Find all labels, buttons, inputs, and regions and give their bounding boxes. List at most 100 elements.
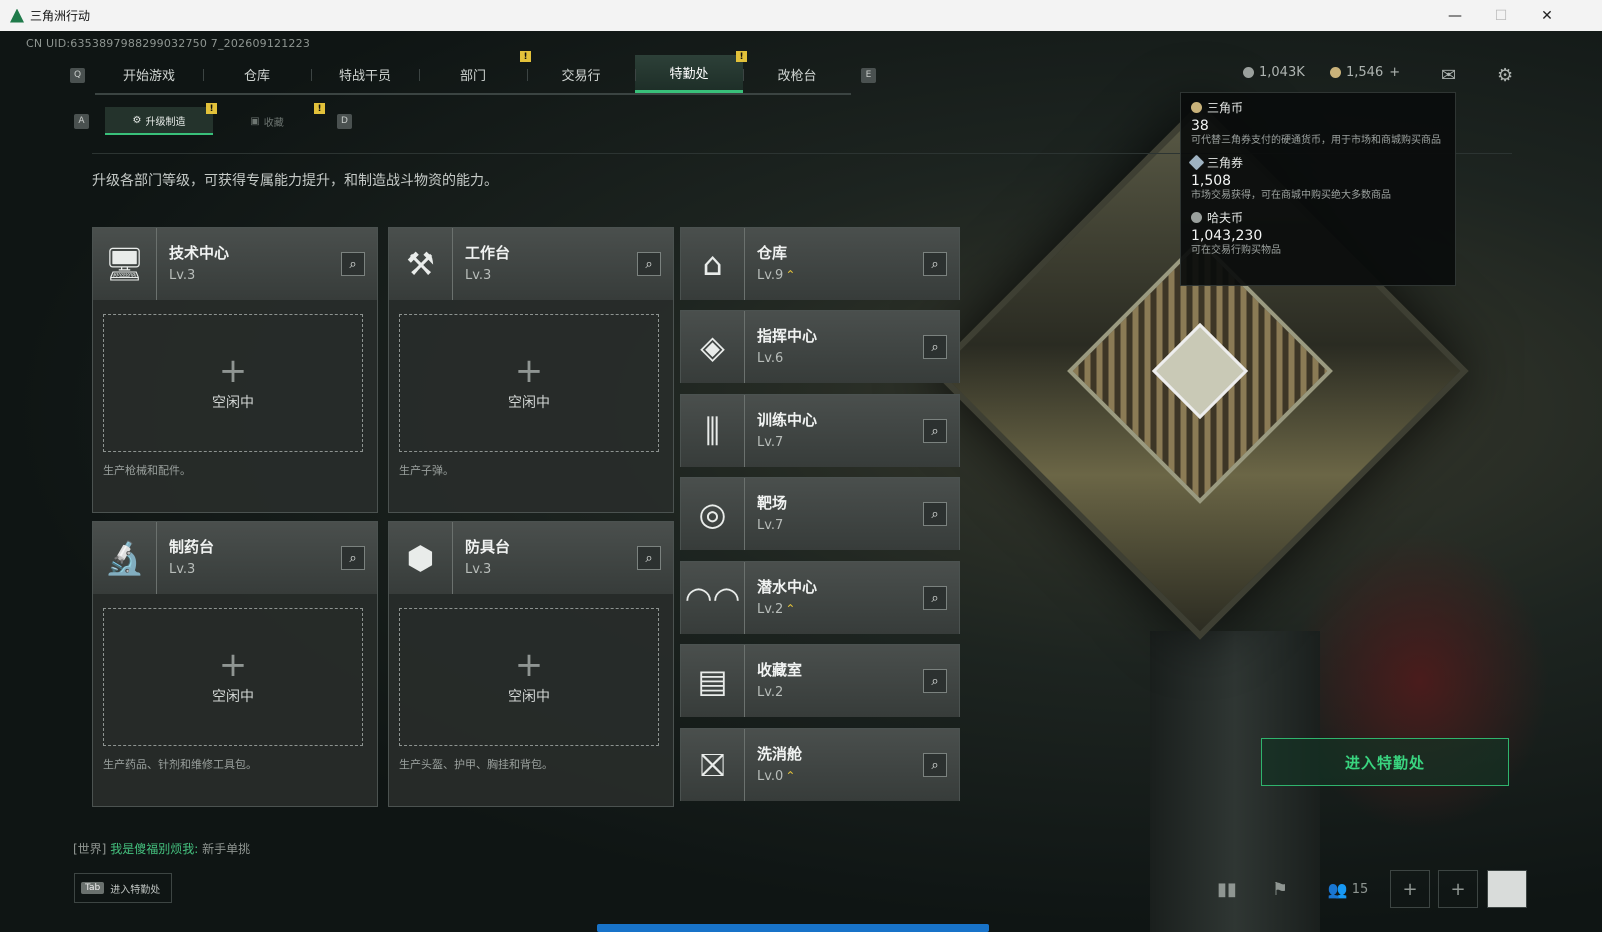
command-icon: ◈ — [681, 311, 745, 383]
subtab-collection[interactable]: ▣ 收藏 ! — [213, 103, 325, 135]
tab-warehouse[interactable]: 仓库 — [203, 55, 311, 93]
friends-count: 15 — [1351, 881, 1369, 897]
card-level: Lv.3 — [465, 268, 492, 283]
tab-special-ops[interactable]: 特勤处! — [635, 51, 747, 93]
stats-icon[interactable]: ▮▮ — [1207, 870, 1247, 908]
magnify-icon[interactable]: ⌕ — [923, 669, 947, 693]
craft-slot[interactable]: + 空闲中 — [103, 608, 363, 746]
subtab-collection-label: 收藏 — [263, 117, 284, 129]
uid-label: CN UID:6353897988299032750 7_20260912122… — [26, 37, 311, 50]
tools-icon: ⚒ — [389, 228, 453, 300]
card-level: Lv.2 ⌃ — [757, 602, 795, 617]
nav-left-key[interactable]: Q — [70, 67, 85, 83]
minimize-button[interactable]: — — [1432, 0, 1478, 31]
card-level: Lv.2 — [757, 685, 784, 700]
window-title: 三角洲行动 — [30, 9, 91, 23]
page-description: 升级各部门等级，可获得专属能力提升，和制造战斗物资的能力。 — [92, 173, 498, 189]
chat-message: 新手单挑 — [202, 842, 251, 856]
warehouse-icon: ⌂ — [681, 228, 745, 300]
card-header[interactable]: ⚒ 工作台 Lv.3 ⌕ — [389, 228, 673, 300]
dept-card-decon-chamber[interactable]: ⛝ 洗消舱 Lv.0 ⌃ ⌕ — [680, 728, 960, 801]
tab-trading[interactable]: 交易行 — [527, 55, 635, 93]
nav-right-key[interactable]: E — [861, 67, 876, 83]
main-tabs: 开始游戏 仓库 特战干员 部门! 交易行 特勤处! 改枪台 — [95, 51, 851, 95]
app-logo-icon — [10, 8, 24, 23]
taskbar-scrollbar[interactable] — [597, 924, 989, 932]
magnify-icon[interactable]: ⌕ — [923, 335, 947, 359]
upgrade-arrow-icon: ⌃ — [785, 602, 796, 616]
magnify-icon[interactable]: ⌕ — [637, 546, 661, 570]
card-footer: 生产枪械和配件。 — [103, 464, 191, 477]
production-card-pharmacy: 🔬 制药台 Lv.3 ⌕ + 空闲中 生产药品、针剂和维修工具包。 — [92, 521, 378, 807]
maximize-button[interactable]: ☐ — [1478, 0, 1524, 31]
magnify-icon[interactable]: ⌕ — [637, 252, 661, 276]
card-level: Lv.9 ⌃ — [757, 268, 795, 283]
tab-hint-label: 进入特勤处 — [110, 884, 161, 896]
production-card-workbench: ⚒ 工作台 Lv.3 ⌕ + 空闲中 生产子弹。 — [388, 227, 674, 513]
tab-gunsmith[interactable]: 改枪台 — [743, 55, 851, 93]
card-name: 洗消舱 — [757, 745, 803, 763]
craft-slot[interactable]: + 空闲中 — [399, 608, 659, 746]
dept-card-command-center[interactable]: ◈ 指挥中心 Lv.6 ⌕ — [680, 310, 960, 383]
tab-start-game[interactable]: 开始游戏 — [95, 55, 203, 93]
subnav-right-key[interactable]: D — [337, 113, 352, 129]
magnify-icon[interactable]: ⌕ — [923, 252, 947, 276]
card-name: 仓库 — [757, 244, 788, 262]
coupon-display[interactable]: 1,546 + — [1330, 65, 1400, 80]
magnify-icon[interactable]: ⌕ — [923, 586, 947, 610]
flag-icon[interactable]: ⚑ — [1260, 870, 1300, 908]
mail-icon[interactable]: ✉ — [1441, 65, 1456, 86]
main-nav: Q 开始游戏 仓库 特战干员 部门! 交易行 特勤处! 改枪台 E — [70, 51, 876, 95]
magnify-icon[interactable]: ⌕ — [923, 419, 947, 443]
card-level: Lv.3 — [169, 562, 196, 577]
haf-coin-display[interactable]: 1,043K — [1243, 65, 1305, 80]
friends-button[interactable]: 👥 15 — [1318, 870, 1378, 908]
add-slot-button[interactable]: + — [1390, 870, 1430, 908]
dept-card-dive-center[interactable]: ◠◠ 潜水中心 Lv.2 ⌃ ⌕ — [680, 561, 960, 634]
dept-card-warehouse[interactable]: ⌂ 仓库 Lv.9 ⌃ ⌕ — [680, 227, 960, 300]
tab-operators[interactable]: 特战干员 — [311, 55, 419, 93]
tooltip-name: 哈夫币 — [1207, 211, 1244, 225]
tooltip-name: 三角券 — [1207, 156, 1244, 170]
card-header[interactable]: 🔬 制药台 Lv.3 ⌕ — [93, 522, 377, 594]
add-currency-button[interactable]: + — [1389, 65, 1400, 80]
haf-coin-icon — [1243, 67, 1254, 78]
plus-icon: + — [514, 351, 544, 391]
magnify-icon[interactable]: ⌕ — [923, 753, 947, 777]
magnify-icon[interactable]: ⌕ — [341, 546, 365, 570]
tab-shortcut-hint[interactable]: Tab 进入特勤处 — [74, 873, 172, 903]
goggles-icon: ◠◠ — [681, 562, 745, 634]
card-footer: 生产头盔、护甲、胸挂和背包。 — [399, 758, 553, 771]
magnify-icon[interactable]: ⌕ — [341, 252, 365, 276]
settings-gear-icon[interactable]: ⚙ — [1497, 65, 1513, 86]
slot-status: 空闲中 — [212, 689, 254, 705]
craft-slot[interactable]: + 空闲中 — [399, 314, 659, 452]
craft-slot[interactable]: + 空闲中 — [103, 314, 363, 452]
card-header[interactable]: 🖥 技术中心 Lv.3 ⌕ — [93, 228, 377, 300]
decon-icon: ⛝ — [681, 729, 745, 801]
close-button[interactable]: ✕ — [1524, 0, 1570, 31]
add-slot-button[interactable]: + — [1438, 870, 1478, 908]
box-icon: ▣ — [250, 115, 260, 127]
dept-card-shooting-range[interactable]: ◎ 靶场 Lv.7 ⌕ — [680, 477, 960, 550]
avatar[interactable] — [1487, 870, 1527, 908]
microscope-icon: 🔬 — [93, 522, 157, 594]
enter-special-ops-button[interactable]: 进入特勤处 — [1261, 738, 1509, 786]
game-viewport: CN UID:6353897988299032750 7_20260912122… — [0, 31, 1602, 932]
chat-line[interactable]: [世界] 我是傻福别烦我: 新手单挑 — [73, 840, 250, 857]
card-name: 潜水中心 — [757, 578, 818, 596]
subnav-left-key[interactable]: A — [74, 113, 89, 129]
magnify-icon[interactable]: ⌕ — [923, 502, 947, 526]
card-level: Lv.7 — [757, 518, 784, 533]
dept-card-training-center[interactable]: ⫼ 训练中心 Lv.7 ⌕ — [680, 394, 960, 467]
subtab-upgrade-craft[interactable]: ⚙ 升级制造 ! — [105, 103, 217, 135]
dept-card-collection-room[interactable]: ▤ 收藏室 Lv.2 ⌕ — [680, 644, 960, 717]
subtab-upgrade-craft-label: 升级制造 — [145, 116, 186, 128]
haf-coin-icon — [1191, 212, 1202, 223]
triangle-coin-icon — [1191, 102, 1202, 113]
tab-department[interactable]: 部门! — [419, 51, 531, 93]
card-name: 技术中心 — [169, 244, 230, 262]
card-name: 收藏室 — [757, 661, 803, 679]
card-header[interactable]: ⬢ 防具台 Lv.3 ⌕ — [389, 522, 673, 594]
coupon-icon — [1330, 67, 1341, 78]
